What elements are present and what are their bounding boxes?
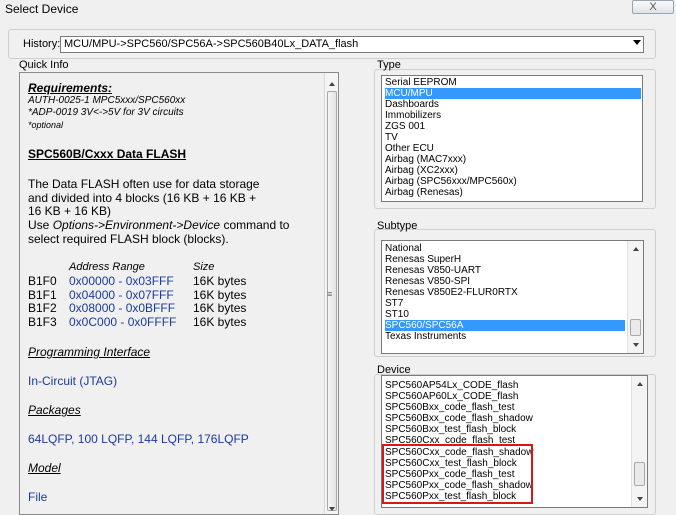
type-listbox[interactable]: Serial EEPROM MCU/MPU Dashboards Immobil…: [381, 75, 643, 202]
subtype-item[interactable]: Renesas V850-SPI: [385, 276, 470, 287]
requirement-line: *ADP-0019 3V<->5V for 3V circuits: [28, 107, 184, 118]
history-value: MCU/MPU->SPC560/SPC56A->SPC560B40Lx_DATA…: [64, 38, 359, 50]
scroll-down-icon[interactable]: [633, 343, 639, 347]
type-item[interactable]: Airbag (Renesas): [385, 187, 463, 198]
scroll-down-icon[interactable]: [329, 507, 335, 511]
subtype-item[interactable]: Texas Instruments: [385, 331, 466, 342]
highlight-box: [382, 444, 533, 504]
history-combo[interactable]: MCU/MPU->SPC560/SPC56A->SPC560B40Lx_DATA…: [60, 36, 644, 53]
block-size: 16K bytes: [193, 301, 247, 315]
block-size: 16K bytes: [193, 315, 247, 329]
packages-heading: Packages: [28, 403, 81, 417]
type-item[interactable]: Dashboards: [385, 99, 439, 110]
block-name: B1F0: [28, 274, 57, 288]
block-range: 0x04000 - 0x07FFF: [69, 288, 174, 302]
type-item[interactable]: TV: [385, 132, 398, 143]
subtype-item[interactable]: ST10: [385, 309, 409, 320]
title-bar: Select Device X: [0, 0, 676, 18]
type-item-selected[interactable]: MCU/MPU: [385, 88, 641, 99]
device-scrollbar[interactable]: [631, 376, 647, 507]
type-item[interactable]: Other ECU: [385, 143, 434, 154]
range-header: Address Range: [69, 261, 145, 273]
programming-interface-value: In-Circuit (JTAG): [28, 374, 118, 388]
subtype-scroll-thumb[interactable]: [630, 319, 641, 336]
device-item[interactable]: SPC560Bxx_code_flash_test: [385, 402, 515, 413]
type-item[interactable]: Airbag (MAC7xxx): [385, 154, 466, 165]
subtype-item[interactable]: Renesas SuperH: [385, 254, 461, 265]
block-name: B1F3: [28, 315, 57, 329]
device-scroll-thumb[interactable]: [634, 462, 645, 486]
subtype-label: Subtype: [377, 220, 418, 232]
command-line: select required FLASH block (blocks).: [28, 232, 229, 246]
scroll-up-icon[interactable]: [633, 247, 639, 251]
block-range: 0x0C000 - 0x0FFFF: [69, 315, 177, 329]
requirement-line: AUTH-0025-1 MPC5xxx/SPC560xx: [28, 95, 186, 106]
block-name: B1F2: [28, 301, 57, 315]
type-item[interactable]: Airbag (XC2xxx): [385, 165, 458, 176]
subtype-item[interactable]: ST7: [385, 298, 403, 309]
description-line: The Data FLASH often use for data storag…: [28, 177, 260, 191]
type-item[interactable]: Airbag (SPC56xxx/MPC560x): [385, 176, 517, 187]
scroll-up-icon[interactable]: [329, 82, 335, 86]
subtype-listbox[interactable]: National Renesas SuperH Renesas V850-UAR…: [381, 240, 644, 354]
type-item[interactable]: ZGS 001: [385, 121, 425, 132]
type-item[interactable]: Immobilizers: [385, 110, 441, 121]
block-range: 0x00000 - 0x03FFF: [69, 274, 174, 288]
programming-interface-heading: Programming Interface: [28, 345, 151, 359]
description-line: and divided into 4 blocks (16 KB + 16 KB…: [28, 191, 257, 205]
window-title: Select Device: [5, 2, 79, 16]
type-label: Type: [377, 59, 401, 71]
description-line: 16 KB + 16 KB): [28, 204, 112, 218]
block-name: B1F1: [28, 288, 57, 302]
close-button[interactable]: X: [632, 0, 674, 14]
device-item[interactable]: SPC560Bxx_test_flash_block: [385, 424, 516, 435]
grip-icon: ≡: [327, 289, 333, 299]
type-item[interactable]: Serial EEPROM: [385, 77, 457, 88]
quick-info-scroll-thumb[interactable]: [327, 91, 337, 511]
chevron-down-icon: [633, 40, 641, 45]
subtype-item-selected[interactable]: SPC560/SPC56A: [385, 320, 625, 331]
command-path: Options->Environment->Device: [52, 218, 221, 232]
packages-value: 64LQFP, 100 LQFP, 144 LQFP, 176LQFP: [28, 432, 249, 446]
subtype-item[interactable]: Renesas V850E2-FLUR0RTX: [385, 287, 518, 298]
command-line: Use Options->Environment->Device command…: [28, 218, 290, 232]
model-value: File: [28, 490, 48, 504]
requirement-line: *optional: [28, 120, 64, 130]
model-heading: Model: [28, 461, 61, 475]
device-heading: SPC560B/Cxxx Data FLASH: [28, 147, 187, 161]
device-item[interactable]: SPC560Bxx_code_flash_shadow: [385, 413, 533, 424]
quick-info-panel: Requirements: AUTH-0025-1 MPC5xxx/SPC560…: [19, 72, 339, 515]
subtype-item[interactable]: National: [385, 243, 422, 254]
history-label: History:: [23, 38, 61, 50]
subtype-item[interactable]: Renesas V850-UART: [385, 265, 481, 276]
scroll-down-icon[interactable]: [637, 497, 643, 501]
subtype-scrollbar[interactable]: [627, 241, 643, 353]
device-item[interactable]: SPC560AP54Lx_CODE_flash: [385, 380, 518, 391]
block-size: 16K bytes: [193, 274, 247, 288]
close-icon: X: [649, 1, 657, 13]
block-size: 16K bytes: [193, 288, 247, 302]
size-header: Size: [193, 261, 215, 273]
scroll-up-icon[interactable]: [637, 382, 643, 386]
requirements-heading: Requirements:: [28, 81, 113, 95]
quick-info-label: Quick Info: [19, 59, 69, 71]
block-range: 0x08000 - 0x0BFFF: [69, 301, 176, 315]
device-item[interactable]: SPC560AP60Lx_CODE_flash: [385, 391, 518, 402]
